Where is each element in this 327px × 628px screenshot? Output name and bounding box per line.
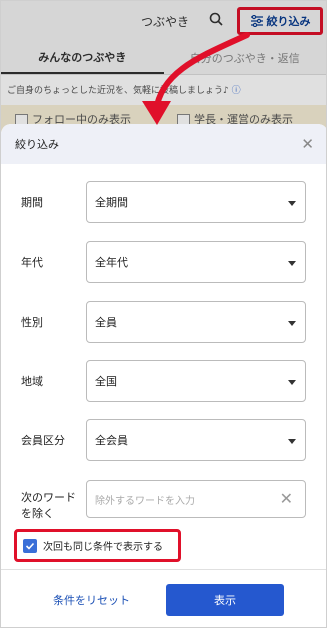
gender-value: 全員 xyxy=(95,316,117,329)
show-button[interactable]: 表示 xyxy=(166,584,284,616)
age-value: 全年代 xyxy=(95,256,128,269)
region-value: 全国 xyxy=(95,375,117,388)
remember-conditions-checkbox[interactable]: 次回も同じ条件で表示する xyxy=(14,529,181,562)
exclude-words-label: 次のワードを除く xyxy=(21,491,76,520)
exclude-words-input[interactable]: 除外するワードを入力 ✕ xyxy=(86,480,306,518)
checkbox-checked-icon[interactable] xyxy=(23,538,37,553)
exclude-words-placeholder: 除外するワードを入力 xyxy=(95,495,195,507)
screen: つぶやき 絞り込み みんなのつぶやき 自分のつぶやき・返信 ご自身のちょっとした… xyxy=(0,0,327,628)
gender-row: 性別 全員 xyxy=(1,301,326,343)
age-select[interactable]: 全年代 xyxy=(86,241,306,283)
age-label: 年代 xyxy=(21,256,43,269)
age-row: 年代 全年代 xyxy=(1,241,326,283)
chevron-down-icon xyxy=(288,321,296,326)
filter-modal: 絞り込み ✕ 期間 全期間 年代 全年代 性別 全員 地域 全国 会員区分 全会… xyxy=(1,124,326,627)
period-row: 期間 全期間 xyxy=(1,181,326,223)
member-type-row: 会員区分 全会員 xyxy=(1,419,326,461)
member-type-value: 全会員 xyxy=(95,434,128,447)
member-type-label: 会員区分 xyxy=(21,434,65,447)
region-label: 地域 xyxy=(21,375,43,388)
gender-select[interactable]: 全員 xyxy=(86,301,306,343)
chevron-down-icon xyxy=(288,380,296,385)
chevron-down-icon xyxy=(288,201,296,206)
remember-conditions-label: 次回も同じ条件で表示する xyxy=(43,542,163,553)
period-select[interactable]: 全期間 xyxy=(86,181,306,223)
close-icon[interactable]: ✕ xyxy=(301,135,314,153)
region-row: 地域 全国 xyxy=(1,360,326,402)
modal-footer: 条件をリセット 表示 xyxy=(1,569,326,627)
modal-header: 絞り込み ✕ xyxy=(1,124,326,164)
member-type-select[interactable]: 全会員 xyxy=(86,419,306,461)
period-value: 全期間 xyxy=(95,196,128,209)
chevron-down-icon xyxy=(288,261,296,266)
period-label: 期間 xyxy=(21,196,43,209)
reset-button[interactable]: 条件をリセット xyxy=(53,592,130,608)
gender-label: 性別 xyxy=(21,316,43,329)
modal-title: 絞り込み xyxy=(15,138,59,151)
chevron-down-icon xyxy=(288,439,296,444)
region-select[interactable]: 全国 xyxy=(86,360,306,402)
clear-icon[interactable]: ✕ xyxy=(280,489,293,508)
